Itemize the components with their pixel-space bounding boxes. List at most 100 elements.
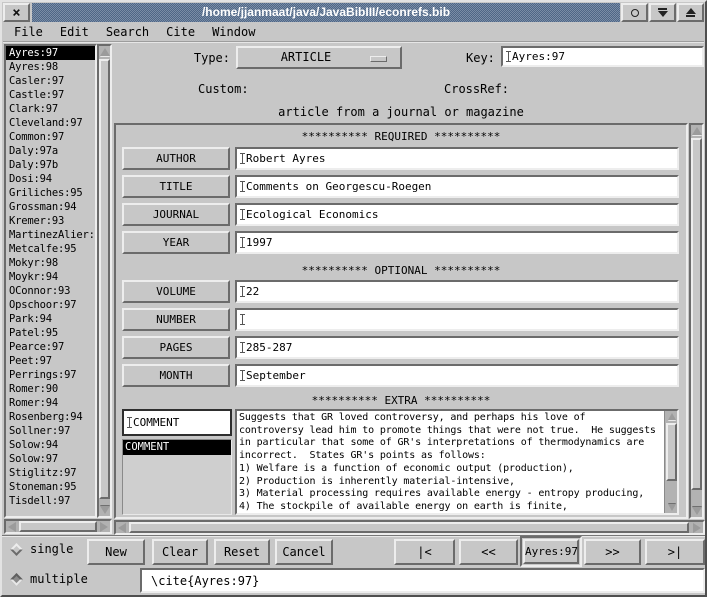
iconify-button[interactable] (649, 3, 676, 22)
list-item[interactable]: Casler:97 (6, 74, 95, 88)
list-item[interactable]: Stoneman:95 (6, 480, 95, 494)
list-item[interactable]: Grossman:94 (6, 200, 95, 214)
cancel-button[interactable]: Cancel (275, 539, 333, 565)
list-item[interactable]: Rosenberg:94 (6, 410, 95, 424)
form-vertical-scrollbar[interactable] (689, 123, 704, 519)
list-item[interactable]: Griliches:95 (6, 186, 95, 200)
reset-button[interactable]: Reset (214, 539, 270, 565)
field-input-title[interactable]: Comments on Georgescu-Roegen (235, 175, 679, 198)
list-item[interactable]: Tisdell:97 (6, 494, 95, 508)
scroll-down-icon[interactable] (666, 502, 677, 513)
scroll-up-icon[interactable] (99, 46, 110, 58)
list-item[interactable]: Pearce:97 (6, 340, 95, 354)
window-menu-button[interactable] (621, 3, 648, 22)
form-horizontal-scrollbar[interactable] (114, 520, 705, 535)
clear-button[interactable]: Clear (152, 539, 208, 565)
list-item[interactable]: Daly:97b (6, 158, 95, 172)
field-label-number[interactable]: NUMBER (122, 308, 230, 331)
list-item[interactable]: Common:97 (6, 130, 95, 144)
list-item[interactable]: Romer:94 (6, 396, 95, 410)
list-item[interactable]: Cleveland:97 (6, 116, 95, 130)
scroll-right-icon[interactable] (98, 521, 110, 532)
key-input[interactable]: Ayres:97 (501, 46, 704, 67)
list-item[interactable]: MartinezAlier:9 (6, 228, 95, 242)
cite-command-field[interactable]: \cite{Ayres:97} (140, 568, 705, 593)
extra-field-name-input[interactable]: COMMENT (122, 409, 232, 436)
field-label-journal[interactable]: JOURNAL (122, 203, 230, 226)
text-cursor (240, 237, 245, 248)
list-horizontal-scrollbar[interactable] (4, 519, 112, 534)
scroll-left-icon[interactable] (6, 521, 18, 532)
list-vertical-scrollbar[interactable] (97, 44, 112, 518)
scroll-down-icon[interactable] (691, 505, 702, 517)
scroll-down-icon[interactable] (99, 504, 110, 516)
field-input-number[interactable] (235, 308, 679, 331)
field-label-volume[interactable]: VOLUME (122, 280, 230, 303)
field-input-month[interactable]: September (235, 364, 679, 387)
list-item[interactable]: Dosi:94 (6, 172, 95, 186)
menu-edit[interactable]: Edit (60, 25, 89, 39)
extra-field-list-item[interactable]: COMMENT (123, 440, 231, 455)
list-scroll-thumb[interactable] (99, 59, 110, 499)
list-item[interactable]: Peet:97 (6, 354, 95, 368)
menu-file[interactable]: File (14, 25, 43, 39)
comment-scroll-thumb[interactable] (666, 423, 677, 481)
field-input-journal[interactable]: Ecological Economics (235, 203, 679, 226)
list-item[interactable]: Sollner:97 (6, 424, 95, 438)
list-item[interactable]: Castle:97 (6, 88, 95, 102)
type-option-menu[interactable]: ARTICLE (236, 46, 402, 69)
nav-prev-button[interactable]: << (459, 539, 518, 565)
list-item[interactable]: Clark:97 (6, 102, 95, 116)
nav-next-button[interactable]: >> (584, 539, 641, 565)
new-button[interactable]: New (87, 539, 145, 565)
list-item[interactable]: Metcalfe:95 (6, 242, 95, 256)
extra-field-list[interactable]: COMMENT (122, 439, 232, 515)
mode-multiple-radio[interactable]: multiple (12, 572, 88, 586)
list-item[interactable]: Opschoor:97 (6, 298, 95, 312)
field-label-month[interactable]: MONTH (122, 364, 230, 387)
text-cursor (240, 153, 245, 164)
field-input-volume[interactable]: 22 (235, 280, 679, 303)
scroll-up-icon[interactable] (666, 411, 677, 422)
list-item[interactable]: Ayres:98 (6, 60, 95, 74)
menu-cite[interactable]: Cite (166, 25, 195, 39)
comment-textarea[interactable]: Suggests that GR loved controversy, and … (235, 409, 679, 515)
menu-window[interactable]: Window (212, 25, 255, 39)
list-item[interactable]: Kremer:93 (6, 214, 95, 228)
field-label-year[interactable]: YEAR (122, 231, 230, 254)
list-item[interactable]: Romer:90 (6, 382, 95, 396)
field-input-author[interactable]: Robert Ayres (235, 147, 679, 170)
list-item[interactable]: Stiglitz:97 (6, 466, 95, 480)
type-value: ARTICLE (281, 50, 332, 64)
field-label-author[interactable]: AUTHOR (122, 147, 230, 170)
list-item[interactable]: Solow:97 (6, 452, 95, 466)
form-hscroll-thumb[interactable] (129, 522, 689, 533)
list-hscroll-thumb[interactable] (19, 521, 97, 532)
list-item[interactable]: Park:94 (6, 312, 95, 326)
field-label-title[interactable]: TITLE (122, 175, 230, 198)
nav-first-button[interactable]: |< (394, 539, 455, 565)
close-button[interactable]: × (3, 3, 30, 22)
list-item[interactable]: Ayres:97 (6, 46, 95, 60)
list-item[interactable]: Patel:95 (6, 326, 95, 340)
list-item[interactable]: Mokyr:98 (6, 256, 95, 270)
field-input-year[interactable]: 1997 (235, 231, 679, 254)
scroll-up-icon[interactable] (691, 125, 702, 137)
list-item[interactable]: Daly:97a (6, 144, 95, 158)
field-input-pages[interactable]: 285-287 (235, 336, 679, 359)
menu-search[interactable]: Search (106, 25, 149, 39)
form-scroll-thumb[interactable] (691, 138, 702, 490)
nav-current-button[interactable]: Ayres:97 (523, 539, 579, 564)
field-label-pages[interactable]: PAGES (122, 336, 230, 359)
scroll-left-icon[interactable] (116, 522, 128, 533)
list-item[interactable]: OConnor:93 (6, 284, 95, 298)
comment-scrollbar[interactable] (664, 411, 677, 513)
window-title[interactable]: /home/jjanmaat/java/JavaBibIII/econrefs.… (32, 3, 620, 22)
mode-single-radio[interactable]: single (12, 542, 73, 556)
maximize-button[interactable] (677, 3, 704, 22)
list-item[interactable]: Moykr:94 (6, 270, 95, 284)
nav-last-button[interactable]: >| (645, 539, 705, 565)
scroll-right-icon[interactable] (691, 522, 703, 533)
list-item[interactable]: Perrings:97 (6, 368, 95, 382)
list-item[interactable]: Solow:94 (6, 438, 95, 452)
